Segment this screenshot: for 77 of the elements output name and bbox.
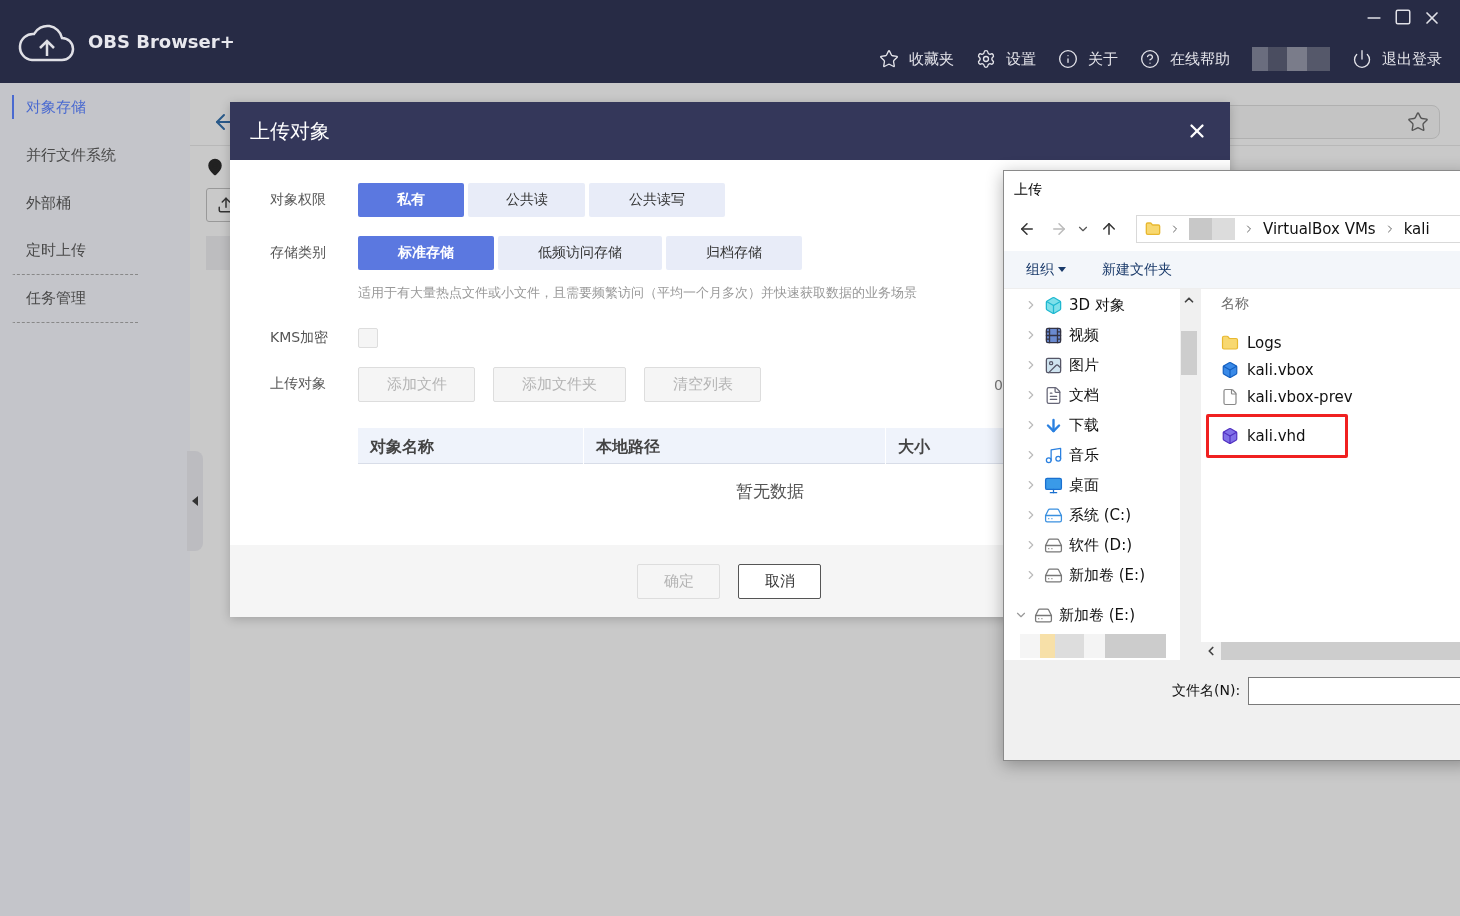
power-icon <box>1352 49 1372 69</box>
nav-link[interactable]: 收藏夹 <box>879 49 954 69</box>
segment-option[interactable]: 低频访问存储 <box>498 236 662 270</box>
blurred-path <box>1189 218 1235 240</box>
app-title: OBS Browser+ <box>88 31 235 52</box>
image-icon <box>1044 355 1063 375</box>
sidebar-item[interactable]: 外部桶 <box>12 179 138 227</box>
document-icon <box>1044 385 1063 405</box>
path-segment[interactable]: kali <box>1403 220 1430 238</box>
sidebar-item[interactable]: 并行文件系统 <box>12 131 138 179</box>
star-icon <box>1407 111 1429 133</box>
tree-item[interactable]: 新加卷 (E:) <box>1004 560 1180 590</box>
column-header: 对象名称 <box>358 428 584 467</box>
star-icon <box>879 49 899 69</box>
segment-option[interactable]: 私有 <box>358 183 464 217</box>
checkbox[interactable] <box>358 328 378 348</box>
scrollbar-thumb[interactable] <box>1181 331 1197 375</box>
address-bar[interactable]: VirtualBox VMs kali <box>1136 215 1460 243</box>
film-icon <box>1044 325 1063 345</box>
tree-item[interactable]: 桌面 <box>1004 470 1180 500</box>
dialog-title: 上传对象 <box>250 117 330 145</box>
help-icon <box>1140 49 1160 69</box>
segment-option[interactable]: 标准存储 <box>358 236 494 270</box>
location-icon <box>206 158 224 176</box>
toolbar-button[interactable]: 新建文件夹 <box>1102 260 1172 279</box>
tree-item[interactable]: 文档 <box>1004 380 1180 410</box>
triangle-left-icon <box>192 496 198 506</box>
field-label: 对象权限 <box>270 190 327 209</box>
scrollbar[interactable] <box>1201 642 1460 660</box>
file-item[interactable]: kali.vbox-prev <box>1221 383 1353 410</box>
nav-link[interactable]: 退出登录 <box>1352 49 1442 69</box>
tree-item[interactable]: 视频 <box>1004 320 1180 350</box>
path-segment[interactable]: VirtualBox VMs <box>1263 220 1376 238</box>
nav-link[interactable]: 在线帮助 <box>1140 49 1230 69</box>
column-header[interactable]: 名称 <box>1221 295 1249 313</box>
tree-item[interactable]: 系统 (C:) <box>1004 500 1180 530</box>
cube-icon <box>1221 360 1239 379</box>
field-label: 文件名(N): <box>1172 681 1241 700</box>
dialog-title: 上传 <box>1013 180 1043 199</box>
empty-text: 暂无数据 <box>736 480 804 503</box>
field-label: 上传对象 <box>270 374 327 393</box>
filename-field[interactable] <box>1248 677 1460 705</box>
info-icon <box>1058 49 1078 69</box>
nav-link[interactable]: 设置 <box>976 49 1036 69</box>
file-item[interactable]: kali.vhd <box>1206 414 1348 458</box>
file-item[interactable]: Logs <box>1221 329 1282 356</box>
scrollbar[interactable] <box>1180 289 1198 660</box>
tree-item[interactable]: 新加卷 (E:) <box>1004 600 1180 630</box>
cube-icon <box>1221 427 1239 445</box>
field-label: 存储类别 <box>270 243 327 262</box>
settings-icon <box>976 49 996 69</box>
folder-icon <box>1221 333 1239 352</box>
cube-icon <box>1044 295 1063 315</box>
music-icon <box>1044 445 1063 465</box>
back-icon[interactable] <box>1018 220 1036 238</box>
file-icon <box>1221 387 1239 406</box>
segment-option[interactable]: 归档存储 <box>666 236 802 270</box>
sidebar-item[interactable]: 定时上传 <box>12 227 138 275</box>
folder-icon <box>1145 221 1161 237</box>
up-icon[interactable] <box>1100 220 1118 238</box>
tree-item[interactable]: 图片 <box>1004 350 1180 380</box>
toolbar-button[interactable]: 组织 <box>1026 260 1066 279</box>
cancel-button[interactable]: 取消 <box>738 563 821 599</box>
tree-item[interactable]: 音乐 <box>1004 440 1180 470</box>
file-item[interactable]: kali.vbox <box>1221 356 1314 383</box>
collapse-handle[interactable] <box>187 451 203 551</box>
column-header: 本地路径 <box>584 428 886 467</box>
nav-link[interactable]: 关于 <box>1058 49 1118 69</box>
tree-item[interactable]: 3D 对象 <box>1004 290 1180 320</box>
segment-option[interactable]: 公共读 <box>468 183 585 217</box>
maximize-icon[interactable] <box>1394 8 1412 26</box>
sidebar-item[interactable]: 任务管理 <box>12 275 138 323</box>
segment-option[interactable]: 公共读写 <box>589 183 725 217</box>
field-label: KMS加密 <box>270 328 330 347</box>
tree-item[interactable]: 软件 (D:) <box>1004 530 1180 560</box>
file-count: 0 <box>994 376 1003 393</box>
monitor-icon <box>1044 475 1063 495</box>
